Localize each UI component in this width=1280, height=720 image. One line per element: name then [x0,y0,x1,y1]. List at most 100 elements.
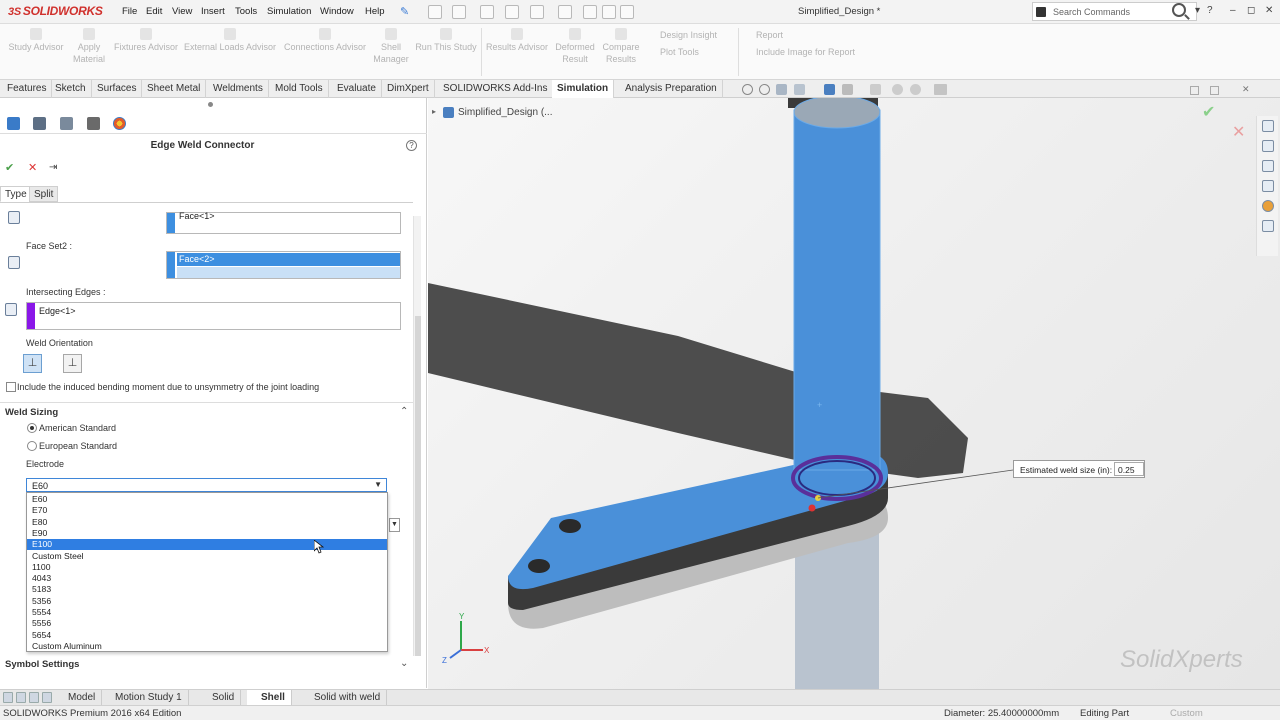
electrode-select[interactable]: E60 ▼ [26,478,387,492]
tab-mold-tools[interactable]: Mold Tools [270,80,329,98]
tab-solid-with-weld[interactable]: Solid with weld [296,690,388,706]
dropdown-option[interactable]: E80 [27,517,387,528]
intersecting-edges-selection[interactable]: Edge<1> [26,302,401,330]
help-icon[interactable]: ? [1207,5,1213,16]
design-library-icon[interactable] [1262,140,1274,152]
tab-type[interactable]: Type [0,186,32,202]
search-icon[interactable] [1172,3,1186,17]
close-viewport-icon[interactable]: ✕ [1242,84,1250,95]
hide-show-icon[interactable] [870,84,881,95]
tab-motion-study[interactable]: Motion Study 1 [109,690,189,706]
tab-sheet-metal[interactable]: Sheet Metal [142,80,207,98]
tab-solid[interactable]: Solid [198,690,242,706]
tab-simulation[interactable]: Simulation [552,80,615,98]
display-manager-icon[interactable] [113,117,126,130]
confirm-check-icon[interactable]: ✔ [1202,102,1215,122]
tab-evaluate[interactable]: Evaluate [332,80,382,98]
dropdown-option[interactable]: 5183 [27,584,387,595]
tab-dimxpert[interactable]: DimXpert [382,80,435,98]
european-standard-radio[interactable] [27,441,37,451]
apply-scene-icon[interactable] [910,84,921,95]
shell-manager-button[interactable]: Shell Manager [370,26,412,65]
dropdown-option[interactable]: 1100 [27,562,387,573]
chevron-up-icon[interactable]: ⌃ [400,406,408,417]
save-icon[interactable] [480,5,494,19]
new-icon[interactable] [428,5,442,19]
scrollbar-thumb[interactable] [415,316,421,656]
pushpin-icon[interactable]: ⇥ [49,162,57,173]
tab-shell[interactable]: Shell [247,690,292,706]
panel-scrollbar[interactable] [413,216,421,656]
configuration-manager-icon[interactable] [60,117,73,130]
symbol-settings-section[interactable]: Symbol Settings [5,659,79,670]
weld-sizing-section[interactable]: Weld Sizing [5,407,58,418]
tile-viewport-icon[interactable] [1210,86,1219,95]
tab-split[interactable]: Split [29,186,59,202]
pin-icon[interactable]: ✎ [400,5,409,18]
menu-view[interactable]: View [172,6,192,17]
splitter-handle[interactable] [208,102,213,107]
tab-features[interactable]: Features [2,80,53,98]
zoom-area-icon[interactable] [759,84,770,95]
options-gear-icon[interactable] [620,5,634,19]
search-mode-icon[interactable] [1036,7,1046,17]
feature-manager-icon[interactable] [7,117,20,130]
display-style-icon[interactable] [842,84,853,95]
help-icon[interactable]: ? [406,140,417,151]
first-tab-icon[interactable] [3,692,13,703]
dropdown-option[interactable]: 5554 [27,607,387,618]
connections-advisor-button[interactable]: Connections Advisor [280,26,370,53]
report-button[interactable]: Report [756,30,783,40]
view-orientation-icon[interactable] [824,84,835,95]
tab-analysis-preparation[interactable]: Analysis Preparation [620,80,723,98]
face-set1-selection[interactable]: Face<1> [166,211,401,234]
dropdown-option-selected[interactable]: E100 [27,539,387,551]
minimize-icon[interactable]: – [1230,5,1236,16]
menu-file[interactable]: File [122,6,137,17]
dropdown-option[interactable]: E60 [27,494,387,505]
prev-tab-icon[interactable] [16,692,26,703]
view-palette-icon[interactable] [1262,180,1274,192]
compare-results-button[interactable]: Compare Results [600,26,642,65]
deformed-result-button[interactable]: Deformed Result [553,26,597,65]
previous-view-icon[interactable] [776,84,787,95]
study-advisor-button[interactable]: Study Advisor [6,26,66,53]
dimxpert-manager-icon[interactable] [87,117,100,130]
tab-sketch[interactable]: Sketch [50,80,92,98]
dropdown-option[interactable]: Custom Aluminum [27,641,387,652]
open-icon[interactable] [452,5,466,19]
rebuild-icon[interactable] [583,5,597,19]
breadcrumb[interactable]: Simplified_Design (... [458,107,552,118]
units-selector[interactable]: Custom [1170,708,1203,719]
include-bending-checkbox[interactable] [6,382,16,392]
dropdown-option[interactable]: E90 [27,528,387,539]
weld-orientation-groove-button[interactable]: ⊥ [63,354,82,373]
restore-icon[interactable]: ◻ [1247,5,1255,16]
dropdown-option[interactable]: 5556 [27,618,387,629]
weld-size-value[interactable]: 0.25 [1114,462,1144,476]
print-icon[interactable] [505,5,519,19]
chevron-down-icon[interactable]: ▾ [1195,5,1200,16]
weld-orientation-fillet-button[interactable]: ⊥ [23,354,42,373]
design-insight-button[interactable]: Design Insight [660,30,717,40]
search-input[interactable]: Search Commands [1053,7,1130,17]
chevron-down-icon[interactable]: ⌄ [400,658,408,669]
last-tab-icon[interactable] [42,692,52,703]
file-props-icon[interactable] [602,5,616,19]
section-view-icon[interactable] [794,84,805,95]
view-settings-icon[interactable] [934,84,947,95]
home-icon[interactable] [1262,120,1274,132]
menu-help[interactable]: Help [365,6,385,17]
tab-surfaces[interactable]: Surfaces [92,80,143,98]
dropdown-option[interactable]: 5356 [27,596,387,607]
external-loads-button[interactable]: External Loads Advisor [182,26,278,53]
run-study-button[interactable]: Run This Study [414,26,478,53]
chevron-down-icon[interactable]: ▼ [374,480,382,489]
dropdown-option[interactable]: Custom Steel [27,551,387,562]
american-standard-radio[interactable] [27,423,37,433]
custom-properties-icon[interactable] [1262,220,1274,232]
edit-appearance-icon[interactable] [892,84,903,95]
tab-solidworks-addins[interactable]: SOLIDWORKS Add-Ins [438,80,554,98]
close-icon[interactable]: ✕ [1265,5,1273,16]
menu-window[interactable]: Window [320,6,354,17]
